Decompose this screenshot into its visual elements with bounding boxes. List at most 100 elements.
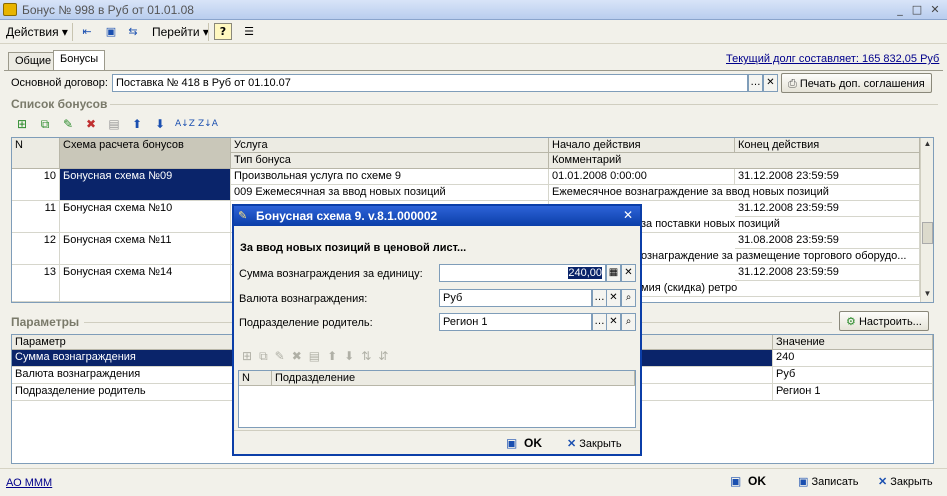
post-icon[interactable]: ▤ xyxy=(309,349,327,363)
copy-row-icon[interactable]: ⧉ xyxy=(37,116,53,132)
close-button[interactable]: ✕ Закрыть xyxy=(878,475,933,488)
currency-field[interactable]: Руб xyxy=(439,289,592,307)
document-icon[interactable]: ▣ xyxy=(102,23,120,40)
currency-clear-button[interactable]: ✕ xyxy=(606,289,621,307)
ok-button[interactable]: ▣ OK xyxy=(730,474,766,488)
col-n[interactable]: N xyxy=(239,371,272,386)
dialog-close-icon[interactable]: ✕ xyxy=(623,208,633,222)
status-bar: АО МММ ▣ OK ▣ Записать ✕ Закрыть xyxy=(0,468,947,496)
tab-general[interactable]: Общие xyxy=(8,52,59,70)
calculator-icon[interactable]: ▦ xyxy=(606,264,621,282)
list-icon[interactable]: ☰ xyxy=(240,23,258,40)
contract-clear-button[interactable]: ✕ xyxy=(763,74,778,92)
table-cell-scheme[interactable]: Бонусная схема №10 xyxy=(60,201,231,233)
table-cell-end[interactable]: 31.08.2008 23:59:59 xyxy=(735,233,920,249)
table-row[interactable]: 13 xyxy=(12,265,60,302)
bonus-list-title: Список бонусов xyxy=(11,97,108,111)
amount-clear-button[interactable]: ✕ xyxy=(621,264,636,282)
scroll-up-icon[interactable]: ▲ xyxy=(922,139,933,150)
table-row[interactable]: 10 xyxy=(12,169,60,201)
division-select-button[interactable]: … xyxy=(592,313,607,331)
edit-row-icon[interactable]: ✎ xyxy=(275,349,292,363)
goto-menu[interactable]: Перейти ▾ xyxy=(152,25,209,39)
col-comment[interactable]: Комментарий xyxy=(549,153,920,169)
move-up-icon[interactable]: ⬆ xyxy=(327,349,344,363)
col-value[interactable]: Значение xyxy=(773,335,933,350)
amount-label: Сумма вознаграждения за единицу: xyxy=(239,268,423,280)
col-bonus-type[interactable]: Тип бонуса xyxy=(231,153,549,169)
minimize-icon[interactable]: _ xyxy=(893,3,907,17)
table-cell-type[interactable]: 009 Ежемесячная за ввод новых позиций xyxy=(231,185,549,201)
param-value[interactable]: 240 xyxy=(773,350,933,367)
currency-select-button[interactable]: … xyxy=(592,289,607,307)
table-cell-end[interactable]: 31.12.2008 23:59:59 xyxy=(735,265,920,281)
table-cell-comment[interactable]: Ежемесячное вознаграждение за ввод новых… xyxy=(549,185,920,201)
save-button[interactable]: ▣ Записать xyxy=(798,475,858,488)
scroll-down-icon[interactable]: ▼ xyxy=(922,289,933,300)
user-link[interactable]: АО МММ xyxy=(6,477,52,489)
dialog-icon: ✎ xyxy=(238,209,248,222)
dialog-ok-button[interactable]: ▣ OK xyxy=(506,436,542,450)
delete-row-icon[interactable]: ✖ xyxy=(292,349,309,363)
sort-asc-icon[interactable]: A↓Z xyxy=(175,116,195,132)
division-search-icon[interactable]: ⌕ xyxy=(621,313,636,331)
table-cell-scheme[interactable]: Бонусная схема №11 xyxy=(60,233,231,265)
division-grid: N Подразделение xyxy=(238,370,636,428)
scroll-thumb[interactable] xyxy=(922,222,933,244)
contract-select-button[interactable]: … xyxy=(748,74,763,92)
col-division[interactable]: Подразделение xyxy=(272,371,635,386)
col-end[interactable]: Конец действия xyxy=(735,138,920,153)
sort-desc-icon[interactable]: ⇵ xyxy=(378,349,395,363)
col-scheme[interactable]: Схема расчета бонусов xyxy=(60,138,231,169)
back-arrow-icon[interactable]: ⇤ xyxy=(78,23,96,40)
move-down-icon[interactable]: ⬇ xyxy=(152,116,168,132)
division-clear-button[interactable]: ✕ xyxy=(606,313,621,331)
move-down-icon[interactable]: ⬇ xyxy=(344,349,361,363)
close-icon[interactable]: ✕ xyxy=(928,3,942,17)
table-cell-scheme[interactable]: Бонусная схема №14 xyxy=(60,265,231,302)
table-cell-scheme[interactable]: Бонусная схема №09 xyxy=(60,169,231,201)
sort-desc-icon[interactable]: Z↓A xyxy=(198,116,218,132)
setup-button[interactable]: ⚙ Настроить... xyxy=(839,311,929,331)
col-service[interactable]: Услуга xyxy=(231,138,549,153)
table-cell-end[interactable]: 31.12.2008 23:59:59 xyxy=(735,169,920,185)
table-cell-start[interactable]: 01.01.2008 0:00:00 xyxy=(549,169,735,185)
copy-row-icon[interactable]: ⧉ xyxy=(259,349,275,363)
close-x-icon: ✕ xyxy=(878,476,888,488)
edit-row-icon[interactable]: ✎ xyxy=(60,116,76,132)
actions-menu[interactable]: Действия ▾ xyxy=(6,25,68,39)
param-value[interactable]: Регион 1 xyxy=(773,384,933,401)
bonus-scheme-dialog: ✎ Бонусная схема 9. v.8.1.000002 ✕ За вв… xyxy=(232,204,642,456)
dialog-close-button[interactable]: ✕ Закрыть xyxy=(567,437,622,450)
dialog-grid-toolbar: ⊞⧉✎✖▤⬆⬇⇅⇵ xyxy=(242,349,395,364)
save-disk-icon: ▣ xyxy=(730,474,742,488)
dialog-footer: ▣ OK ✕ Закрыть xyxy=(234,430,640,454)
col-n[interactable]: N xyxy=(12,138,60,169)
col-start[interactable]: Начало действия xyxy=(549,138,735,153)
delete-row-icon[interactable]: ✖ xyxy=(83,116,99,132)
move-up-icon[interactable]: ⬆ xyxy=(129,116,145,132)
tab-bonuses[interactable]: Бонусы xyxy=(53,50,106,71)
refresh-icon[interactable]: ⇆ xyxy=(124,23,142,40)
add-row-icon[interactable]: ⊞ xyxy=(242,349,259,363)
table-row[interactable]: 12 xyxy=(12,233,60,265)
table-cell-end[interactable]: 31.12.2008 23:59:59 xyxy=(735,201,920,217)
sort-asc-icon[interactable]: ⇅ xyxy=(361,349,378,363)
amount-field[interactable]: 240,00 xyxy=(439,264,606,282)
window-titlebar: Бонус № 998 в Руб от 01.01.08 _ □ ✕ xyxy=(0,0,947,20)
add-row-icon[interactable]: ⊞ xyxy=(14,116,30,132)
table-row[interactable]: 11 xyxy=(12,201,60,233)
debt-link[interactable]: Текущий долг составляет: 165 832,05 Руб xyxy=(726,53,939,65)
contract-label: Основной договор: xyxy=(11,77,108,89)
division-field[interactable]: Регион 1 xyxy=(439,313,592,331)
help-icon[interactable]: ? xyxy=(214,23,232,40)
params-title: Параметры xyxy=(11,315,80,329)
grid-scrollbar[interactable]: ▲ ▼ xyxy=(920,138,933,302)
maximize-icon[interactable]: □ xyxy=(910,3,924,17)
contract-field[interactable]: Поставка № 418 в Руб от 01.10.07 xyxy=(112,74,748,92)
currency-search-icon[interactable]: ⌕ xyxy=(621,289,636,307)
post-icon[interactable]: ▤ xyxy=(106,116,122,132)
param-value[interactable]: Руб xyxy=(773,367,933,384)
table-cell-service[interactable]: Произвольная услуга по схеме 9 xyxy=(231,169,549,185)
print-agreement-button[interactable]: ⎙ Печать доп. соглашения xyxy=(781,73,932,93)
